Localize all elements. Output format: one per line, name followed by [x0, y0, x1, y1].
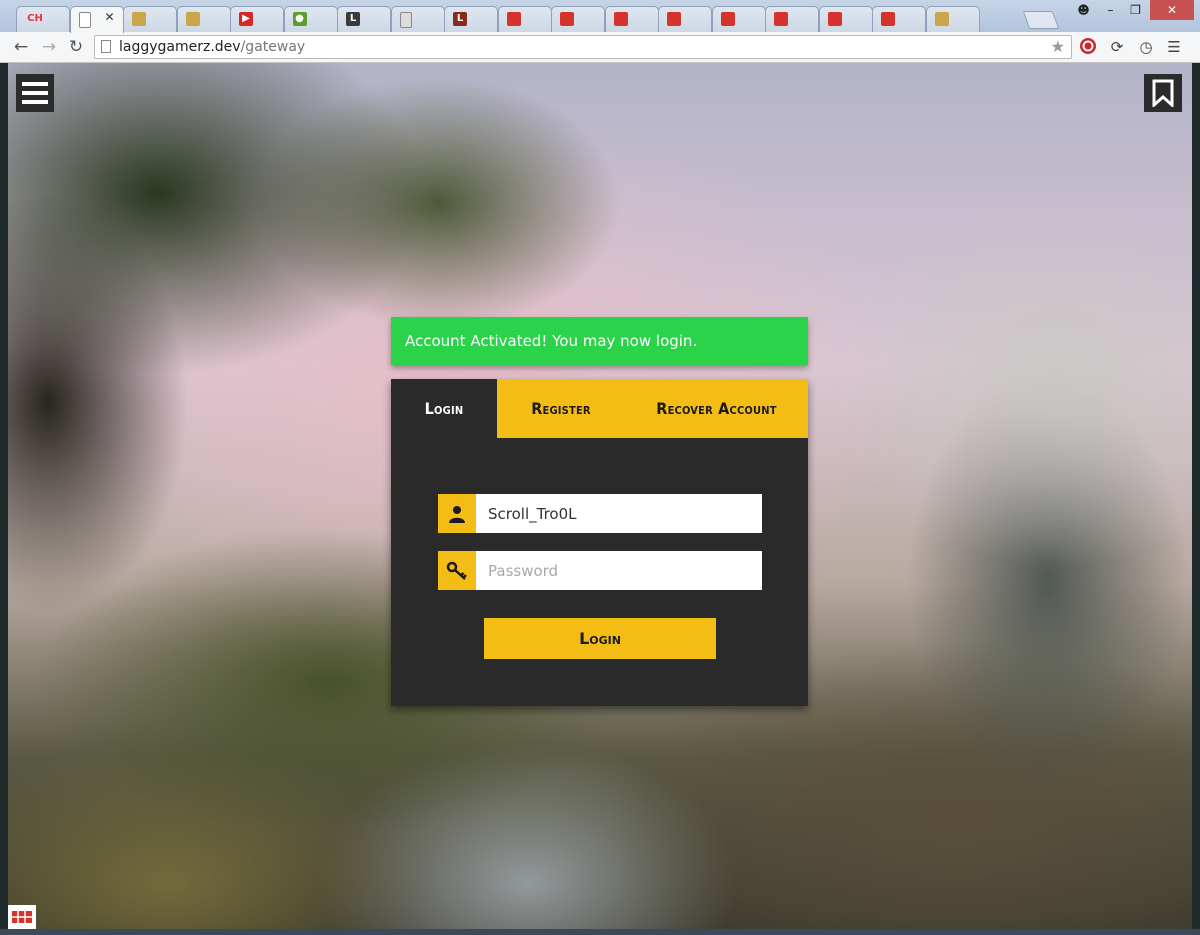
url-host: laggygamerz.dev [119, 39, 241, 55]
browser-tab[interactable] [818, 6, 873, 32]
browser-toolbar: ← → ↻ laggygamerz.dev/gateway ★ ⟳ ◷ ☰ [0, 32, 1200, 63]
clock-extension-icon[interactable]: ◷ [1136, 37, 1156, 57]
browser-tab[interactable] [925, 6, 980, 32]
page-viewport: Account Activated! You may now login. Lo… [8, 63, 1192, 929]
auth-tabs: Login Register Recover Account [391, 379, 808, 438]
browser-tab[interactable] [658, 6, 712, 32]
red-box-icon [881, 12, 895, 26]
browser-tab[interactable] [497, 6, 552, 32]
page-icon [399, 12, 412, 28]
red-box-icon [560, 12, 574, 26]
password-input[interactable] [476, 551, 762, 590]
auth-panel: Login Register Recover Account Log [391, 379, 808, 706]
hamburger-line [22, 100, 48, 104]
browser-tab[interactable]: ● [283, 6, 338, 32]
user-icon [438, 494, 476, 533]
l-logo-icon: L [453, 12, 467, 26]
l-logo-icon: L [346, 12, 360, 26]
red-box-icon [774, 12, 788, 26]
page-icon [101, 40, 111, 53]
username-input[interactable] [476, 494, 762, 533]
maximize-button[interactable]: ❐ [1122, 0, 1149, 20]
green-dot-icon: ● [292, 12, 307, 26]
url-text[interactable]: laggygamerz.dev/gateway [119, 39, 305, 55]
forward-arrow-icon[interactable]: → [38, 36, 60, 58]
browser-tab[interactable] [711, 6, 766, 32]
password-field [438, 551, 762, 590]
red-box-icon [613, 12, 628, 26]
opera-extension-icon[interactable] [1078, 37, 1098, 57]
browser-tab[interactable] [872, 6, 926, 32]
red-box-icon [506, 12, 521, 26]
browser-tab[interactable] [551, 6, 605, 32]
browser-tab[interactable]: L [337, 6, 391, 32]
chrome-menu-icon[interactable]: ☰ [1164, 37, 1184, 57]
red-box-icon [827, 12, 842, 26]
site-logo-icon[interactable] [8, 905, 36, 929]
youtube-icon: ▶ [239, 12, 253, 26]
browser-tab[interactable] [176, 6, 231, 32]
login-button[interactable]: Login [484, 618, 716, 659]
tab-close-icon[interactable]: ✕ [105, 10, 115, 24]
browser-tab[interactable]: L [444, 6, 498, 32]
tab-register[interactable]: Register [497, 379, 625, 438]
browser-tab[interactable] [765, 6, 819, 32]
scroll-icon [934, 12, 949, 26]
bookmark-icon [1152, 79, 1174, 107]
bookmark-star-icon[interactable]: ★ [1051, 37, 1065, 56]
back-arrow-icon[interactable]: ← [10, 36, 32, 58]
username-field [438, 494, 762, 533]
reload-icon[interactable]: ↻ [65, 36, 87, 58]
hamburger-line [22, 91, 48, 95]
user-icon[interactable]: ☻ [1070, 0, 1097, 20]
browser-tab[interactable] [390, 6, 445, 32]
browser-tab[interactable] [604, 6, 659, 32]
key-icon [438, 551, 476, 590]
scroll-icon [132, 12, 146, 26]
red-box-icon [720, 12, 735, 26]
success-alert: Account Activated! You may now login. [391, 317, 808, 365]
red-box-icon [667, 12, 681, 26]
tab-recover-account[interactable]: Recover Account [625, 379, 808, 438]
minimize-button[interactable]: – [1097, 0, 1124, 20]
browser-tab[interactable]: CH [16, 6, 70, 32]
os-taskbar [0, 929, 1200, 935]
tab-login[interactable]: Login [391, 379, 497, 438]
url-path: /gateway [240, 39, 306, 55]
window-close-button[interactable]: ✕ [1150, 0, 1194, 20]
bookmark-button[interactable] [1144, 74, 1182, 112]
page-icon [78, 12, 91, 28]
browser-tab[interactable]: ✕ [69, 6, 124, 33]
hamburger-line [22, 82, 48, 86]
scroll-icon [185, 12, 200, 26]
ch-logo-icon: CH [27, 13, 43, 24]
sync-extension-icon[interactable]: ⟳ [1107, 37, 1127, 57]
browser-tab[interactable] [123, 6, 177, 32]
address-bar[interactable]: laggygamerz.dev/gateway ★ [94, 35, 1072, 59]
hamburger-menu-button[interactable] [16, 74, 54, 112]
new-tab-button[interactable] [1022, 11, 1060, 29]
browser-tabstrip: CH ✕ ▶ ● L L ☻ – ❐ ✕ [0, 0, 1200, 33]
browser-tab[interactable]: ▶ [230, 6, 284, 32]
